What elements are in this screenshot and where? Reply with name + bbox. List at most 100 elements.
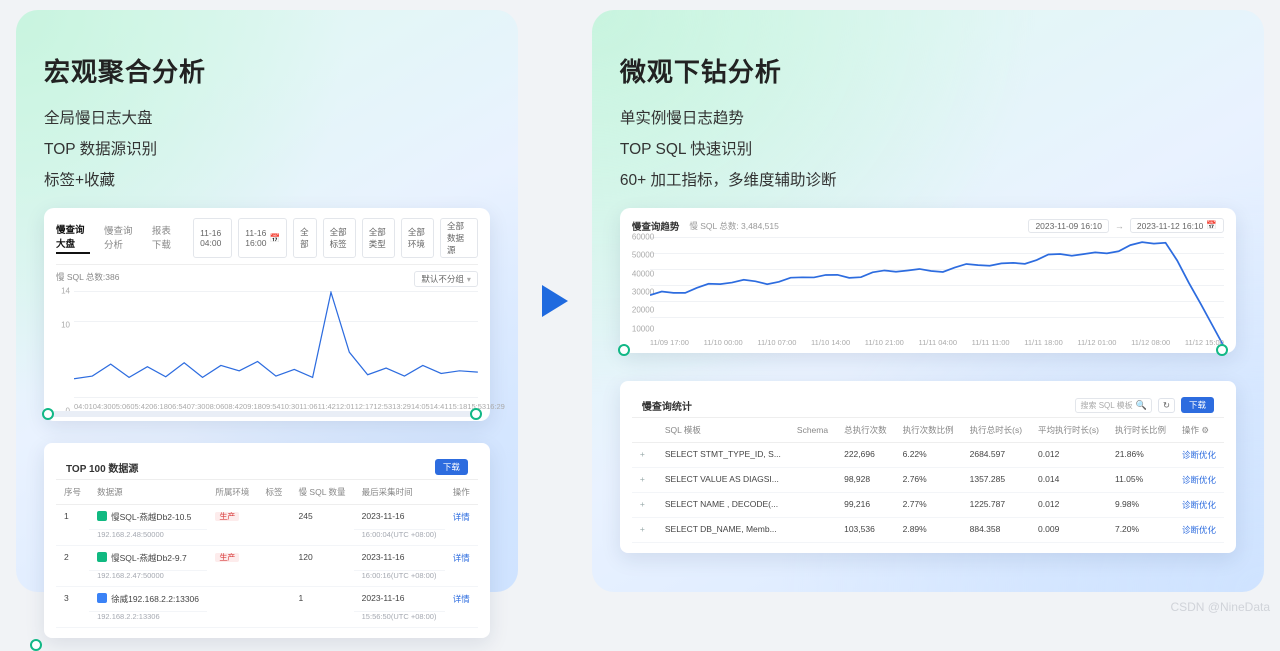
env-tag: 生产: [215, 553, 239, 562]
expand-icon[interactable]: +: [640, 474, 649, 484]
macro-line-chart: 14 10 0 04:0104:3005:0605:4206:1806:5407…: [56, 291, 478, 411]
macro-filters: 11-16 04:00 11-16 16:00📅 全部 全部标签 全部类型 全部…: [193, 218, 478, 258]
detail-link[interactable]: 详情: [453, 553, 470, 563]
trend-chart-card: 慢查询趋势 慢 SQL 总数: 3,484,515 2023-11-09 16:…: [620, 208, 1236, 353]
bullet: 标签+收藏: [44, 165, 490, 196]
scrub-handle-right[interactable]: [1216, 344, 1228, 356]
table-row: 1慢SQL-燕越Db2-10.5生产2452023-11-16详情: [56, 505, 478, 530]
optimize-link[interactable]: 诊断优化: [1182, 475, 1216, 485]
date-to[interactable]: 2023-11-12 16:10 📅: [1130, 218, 1224, 233]
micro-title: 微观下钻分析: [620, 52, 1236, 89]
macro-bullets: 全局慢日志大盘 TOP 数据源识别 标签+收藏: [44, 103, 490, 196]
scrub-handle-right[interactable]: [470, 408, 482, 420]
arrow-right-icon: [540, 283, 570, 319]
col-time-ratio: 执行时长比例: [1107, 418, 1174, 443]
database-icon: [97, 552, 107, 562]
trend-title: 慢查询趋势: [632, 219, 680, 233]
top-sources-table: 序号 数据源 所属环境 标签 慢 SQL 数量 最后采集时间 操作 1慢SQL-…: [56, 480, 478, 628]
detail-link[interactable]: 详情: [453, 594, 470, 604]
col-time: 最后采集时间: [354, 480, 445, 505]
scrub-handle-left[interactable]: [42, 408, 54, 420]
micro-panel: 微观下钻分析 单实例慢日志趋势 TOP SQL 快速识别 60+ 加工指标，多维…: [592, 10, 1264, 592]
database-icon: [97, 511, 107, 521]
micro-bullets: 单实例慢日志趋势 TOP SQL 快速识别 60+ 加工指标，多维度辅助诊断: [620, 103, 1236, 196]
search-icon: 🔍: [1136, 400, 1147, 411]
col-exec-ratio: 执行次数比例: [895, 418, 962, 443]
download-button[interactable]: 下载: [1181, 397, 1214, 413]
scrub-handle[interactable]: [30, 639, 42, 651]
top-sources-card: TOP 100 数据源 下载 序号 数据源 所属环境 标签 慢 SQL 数量 最…: [44, 443, 490, 638]
col-env: 所属环境: [207, 480, 257, 505]
macro-tabs: 慢查询大盘 慢查询分析 报表下载 11-16 04:00 11-16 16:00…: [56, 218, 478, 258]
col-exec: 总执行次数: [836, 418, 895, 443]
expand-icon[interactable]: +: [640, 449, 649, 459]
filter-env[interactable]: 全部环境: [401, 218, 434, 258]
stats-title: 慢查询统计: [642, 398, 692, 413]
refresh-button[interactable]: ↻: [1158, 398, 1175, 413]
diagram-stage: 宏观聚合分析 全局慢日志大盘 TOP 数据源识别 标签+收藏 慢查询大盘 慢查询…: [0, 0, 1280, 618]
gear-icon[interactable]: ⚙: [1201, 425, 1209, 435]
filter-type[interactable]: 全部类型: [362, 218, 395, 258]
tab-analysis[interactable]: 慢查询分析: [104, 223, 138, 253]
table-row: +SELECT VALUE AS DIAGSI...98,9282.76%135…: [632, 468, 1224, 493]
col-rank: 序号: [56, 480, 89, 505]
col-ds: 数据源: [89, 480, 207, 505]
table-row: 2慢SQL-燕越Db2-9.7生产1202023-11-16详情: [56, 546, 478, 571]
tab-overview[interactable]: 慢查询大盘: [56, 222, 90, 254]
chevron-down-icon: ▾: [467, 275, 471, 284]
filter-all[interactable]: 全部: [293, 218, 317, 258]
bullet: TOP 数据源识别: [44, 134, 490, 165]
bullet: 全局慢日志大盘: [44, 103, 490, 134]
table-row: +SELECT DB_NAME, Memb...103,5362.89%884.…: [632, 518, 1224, 543]
col-avg: 平均执行时长(s): [1030, 418, 1107, 443]
detail-link[interactable]: 详情: [453, 512, 470, 522]
col-op: 操作 ⚙: [1174, 418, 1224, 443]
table-row: 3徐威192.168.2.2:1330612023-11-16详情: [56, 587, 478, 612]
trend-count: 慢 SQL 总数: 3,484,515: [689, 220, 778, 232]
optimize-link[interactable]: 诊断优化: [1182, 500, 1216, 510]
macro-line-svg: [74, 291, 478, 384]
download-button[interactable]: 下载: [435, 459, 468, 475]
bullet: 单实例慢日志趋势: [620, 103, 1236, 134]
filter-tag[interactable]: 全部标签: [323, 218, 356, 258]
total-count: 慢 SQL 总数:386: [56, 271, 119, 287]
scrub-handle-left[interactable]: [618, 344, 630, 356]
table-row: +SELECT STMT_TYPE_ID, S...222,6966.22%26…: [632, 443, 1224, 468]
table-row: +SELECT NAME , DECODE(...99,2162.77%1225…: [632, 493, 1224, 518]
col-op: 操作: [445, 480, 478, 505]
file-icon: [97, 593, 107, 603]
calendar-icon: 📅: [269, 233, 280, 244]
flow-arrow: [532, 10, 578, 592]
expand-icon[interactable]: +: [640, 524, 649, 534]
time-scrubber[interactable]: [46, 411, 478, 417]
trend-scrubber[interactable]: [622, 347, 1224, 353]
col-schema: Schema: [789, 418, 836, 443]
stats-card: 慢查询统计 搜索 SQL 模板 🔍 ↻ 下载 SQL 模板 Schema 总执行…: [620, 381, 1236, 553]
bullet: 60+ 加工指标，多维度辅助诊断: [620, 165, 1236, 196]
filter-time-to[interactable]: 11-16 16:00📅: [238, 218, 287, 258]
table-scrubber[interactable]: [30, 642, 490, 648]
macro-panel: 宏观聚合分析 全局慢日志大盘 TOP 数据源识别 标签+收藏 慢查询大盘 慢查询…: [16, 10, 518, 592]
macro-chart-card: 慢查询大盘 慢查询分析 报表下载 11-16 04:00 11-16 16:00…: [44, 208, 490, 421]
sql-search[interactable]: 搜索 SQL 模板 🔍: [1075, 398, 1151, 413]
optimize-link[interactable]: 诊断优化: [1182, 525, 1216, 535]
trend-line-chart: 60000 50000 40000 30000 20000 10000 11/0…: [632, 237, 1224, 347]
optimize-link[interactable]: 诊断优化: [1182, 450, 1216, 460]
bullet: TOP SQL 快速识别: [620, 134, 1236, 165]
expand-icon[interactable]: +: [640, 499, 649, 509]
macro-title: 宏观聚合分析: [44, 52, 490, 89]
top-sources-title: TOP 100 数据源: [66, 460, 138, 475]
col-sql: SQL 模板: [657, 418, 789, 443]
col-total: 执行总时长(s): [962, 418, 1030, 443]
col-count: 慢 SQL 数量: [291, 480, 354, 505]
date-from[interactable]: 2023-11-09 16:10: [1028, 219, 1108, 233]
calendar-icon: 📅: [1206, 220, 1217, 231]
col-tag: 标签: [257, 480, 290, 505]
group-mode[interactable]: 默认不分组 ▾: [414, 271, 478, 287]
filter-time-from[interactable]: 11-16 04:00: [193, 218, 232, 258]
stats-table: SQL 模板 Schema 总执行次数 执行次数比例 执行总时长(s) 平均执行…: [632, 418, 1224, 543]
col-expand: [632, 418, 657, 443]
tab-report[interactable]: 报表下载: [152, 223, 179, 253]
watermark: CSDN @NineData: [1170, 600, 1270, 614]
filter-ds[interactable]: 全部数据源: [440, 218, 478, 258]
